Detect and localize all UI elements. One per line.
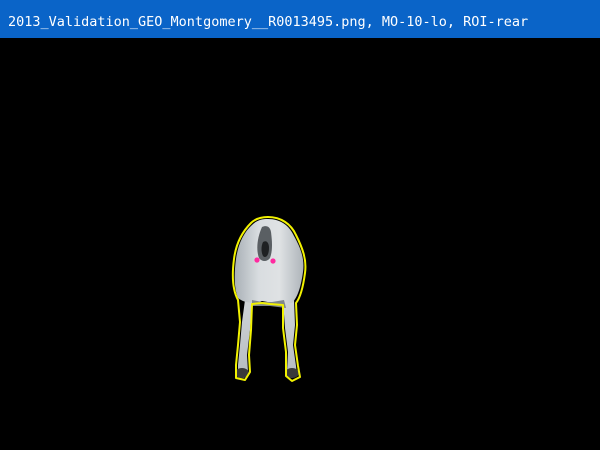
- roi-marker-right: [270, 258, 276, 264]
- image-viewer-window: 2013_Validation_GEO_Montgomery__R0013495…: [0, 0, 600, 450]
- image-canvas[interactable]: [0, 38, 600, 450]
- goat-body: [234, 219, 304, 378]
- roi-marker-left: [254, 257, 260, 263]
- window-title: 2013_Validation_GEO_Montgomery__R0013495…: [8, 14, 529, 30]
- goat-image: [231, 216, 307, 382]
- title-bar[interactable]: 2013_Validation_GEO_Montgomery__R0013495…: [0, 0, 600, 38]
